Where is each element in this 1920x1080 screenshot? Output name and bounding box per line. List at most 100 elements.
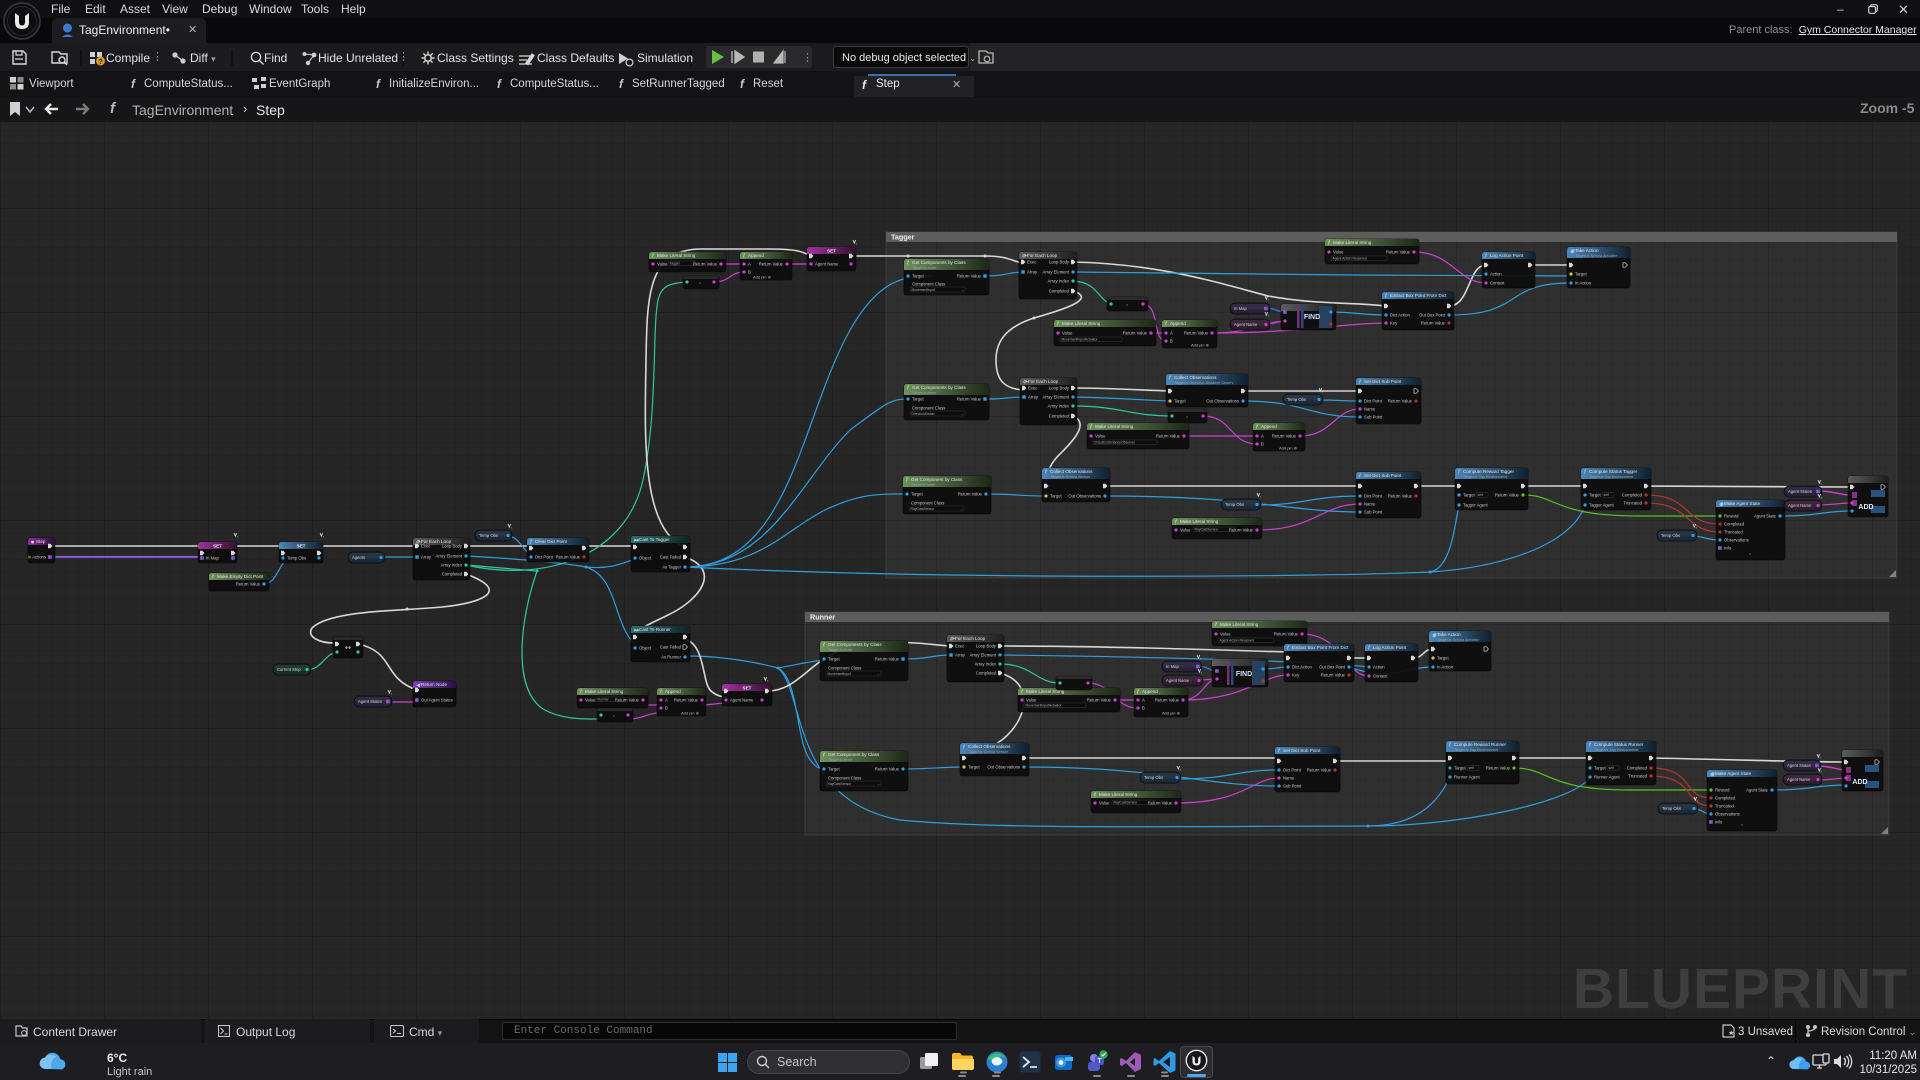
svg-text:self: self <box>1478 493 1483 497</box>
svg-text:Return Value: Return Value <box>1156 434 1181 439</box>
svg-text:Out Observations: Out Observations <box>1068 494 1101 499</box>
svg-text:Value: Value <box>1333 250 1344 255</box>
svg-text:Return Value: Return Value <box>1155 698 1180 703</box>
svg-text:Take Action: Take Action <box>1575 248 1599 253</box>
svg-text:Completed: Completed <box>442 572 463 577</box>
svg-text:Completed: Completed <box>1627 766 1648 771</box>
svg-text:Exec: Exec <box>955 644 964 649</box>
svg-text:Return Value: Return Value <box>875 657 900 662</box>
svg-text:Return Value: Return Value <box>1274 632 1299 637</box>
svg-text:Add pin ⊕: Add pin ⊕ <box>1162 711 1180 716</box>
svg-text:Set Dict Sub Point: Set Dict Sub Point <box>1364 473 1402 478</box>
svg-text:Make Literal String: Make Literal String <box>657 253 696 258</box>
svg-text:Agent Action Received: Agent Action Received <box>1333 257 1367 261</box>
svg-text:Temp Obs: Temp Obs <box>1144 775 1163 780</box>
svg-text:Make Literal String: Make Literal String <box>585 689 624 694</box>
svg-text:Return Value: Return Value <box>1087 698 1112 703</box>
svg-text:Agent Name: Agent Name <box>1788 503 1812 508</box>
svg-text:Agent State: Agent State <box>1746 788 1769 793</box>
svg-text:Make Literal String: Make Literal String <box>1095 424 1134 429</box>
svg-text:In Map: In Map <box>1166 664 1179 669</box>
svg-text:Make Literal String: Make Literal String <box>1099 792 1138 797</box>
svg-text:Return Value: Return Value <box>1148 801 1173 806</box>
svg-text:A: A <box>1170 331 1173 336</box>
svg-text:Agent Action Received: Agent Action Received <box>1220 639 1254 643</box>
svg-text:Target is Direction Distance O: Target is Direction Distance Observ <box>1174 381 1235 385</box>
svg-text:B: B <box>665 706 668 711</box>
svg-text:Return Value: Return Value <box>1386 250 1411 255</box>
svg-text:Array Element: Array Element <box>1042 395 1069 400</box>
svg-text:Get Components by Class: Get Components by Class <box>828 642 882 647</box>
svg-text:Completed: Completed <box>1049 414 1070 419</box>
svg-text:Target is Actor: Target is Actor <box>912 391 937 395</box>
svg-text:Dict Point: Dict Point <box>1364 399 1383 404</box>
svg-text:Name: Name <box>1364 502 1376 507</box>
svg-text:Object: Object <box>639 646 652 651</box>
svg-text:T: T <box>1097 1058 1102 1065</box>
svg-text:Value: Value <box>1099 801 1110 806</box>
svg-text:Action: Action <box>1373 665 1385 670</box>
svg-text:Compute Status Tagger: Compute Status Tagger <box>1589 469 1638 474</box>
svg-text:Cast Failed: Cast Failed <box>660 645 682 650</box>
svg-text:Observations: Observations <box>1724 538 1749 543</box>
svg-text:Value: Value <box>1026 698 1037 703</box>
svg-text:■: ■ <box>31 539 34 545</box>
svg-text:In Action: In Action <box>1437 665 1454 670</box>
svg-text:Value: Value <box>1062 331 1073 336</box>
svg-text:Dict Point: Dict Point <box>535 555 554 560</box>
svg-text:Loop Body: Loop Body <box>1049 386 1070 391</box>
svg-text:Temp Obs: Temp Obs <box>1287 397 1306 402</box>
svg-text:Name: Name <box>1364 407 1376 412</box>
svg-text:Target: Target <box>1463 493 1475 498</box>
svg-text:Tagger: Tagger <box>670 262 681 266</box>
svg-text:Target is Schola Sensor: Target is Schola Sensor <box>968 750 1009 754</box>
svg-text:Array Index: Array Index <box>975 662 997 667</box>
svg-text:Temp Obs: Temp Obs <box>287 556 306 561</box>
svg-text:Array: Array <box>1027 270 1038 275</box>
svg-text:Return Value: Return Value <box>1495 493 1520 498</box>
svg-text:Target: Target <box>1454 766 1466 771</box>
svg-text:Append: Append <box>1170 321 1186 326</box>
svg-text:Add pin ⊕: Add pin ⊕ <box>1279 446 1297 451</box>
svg-text:Target is Actor: Target is Actor <box>911 483 936 487</box>
svg-text:Agent Name: Agent Name <box>1166 678 1190 683</box>
svg-text:Return Value: Return Value <box>615 698 640 703</box>
svg-text:A: A <box>665 698 668 703</box>
svg-text:Target is Schola Actuator: Target is Schola Actuator <box>1575 254 1618 258</box>
svg-text:SET: SET <box>827 249 836 254</box>
svg-text:Add pin ⊕: Add pin ⊕ <box>1191 343 1209 348</box>
svg-text:Return Value: Return Value <box>674 698 699 703</box>
svg-text:For Each Loop: For Each Loop <box>955 636 986 641</box>
svg-text:Target is Tag Environment: Target is Tag Environment <box>1594 748 1639 752</box>
svg-text:Add pin ⊕: Add pin ⊕ <box>681 711 699 716</box>
svg-text:ADD: ADD <box>1852 779 1867 786</box>
svg-text:RayCastSensor: RayCastSensor <box>828 782 853 786</box>
svg-text:Temp Obs: Temp Obs <box>1661 533 1680 538</box>
svg-text:Key: Key <box>1390 321 1398 326</box>
svg-text:self: self <box>1469 766 1474 770</box>
svg-text:Return Value: Return Value <box>1321 673 1346 678</box>
svg-text:Out Agent States: Out Agent States <box>421 698 453 703</box>
svg-text:Target: Target <box>911 492 923 497</box>
svg-text:Component Class: Component Class <box>912 282 945 287</box>
svg-text:Set Dict Sub Point: Set Dict Sub Point <box>1364 379 1402 384</box>
svg-text:self: self <box>1604 493 1609 497</box>
svg-text:Action: Action <box>1490 272 1502 277</box>
svg-text:Completed: Completed <box>1049 289 1070 294</box>
svg-text:⌄: ⌄ <box>877 672 880 676</box>
svg-text:SET: SET <box>743 686 752 691</box>
svg-text:Make Literal String: Make Literal String <box>1062 321 1101 326</box>
svg-text:MovementInput: MovementInput <box>912 288 935 292</box>
svg-text:Target: Target <box>828 657 840 662</box>
svg-text:Target is Tag Environment: Target is Tag Environment <box>1463 475 1508 479</box>
svg-text:Target: Target <box>1050 494 1062 499</box>
svg-text:Make Agent State: Make Agent State <box>1724 501 1761 506</box>
svg-text:Add pin ⊕: Add pin ⊕ <box>753 275 771 280</box>
svg-text:FIND: FIND <box>1304 314 1320 321</box>
svg-text:Array Element: Array Element <box>1042 270 1069 275</box>
svg-text:In Map: In Map <box>206 556 219 561</box>
svg-text:A: A <box>1142 698 1145 703</box>
svg-text:Cast Failed: Cast Failed <box>660 555 682 560</box>
svg-text:⋮: ⋮ <box>802 52 810 64</box>
svg-text:Agent States: Agent States <box>1788 489 1812 494</box>
